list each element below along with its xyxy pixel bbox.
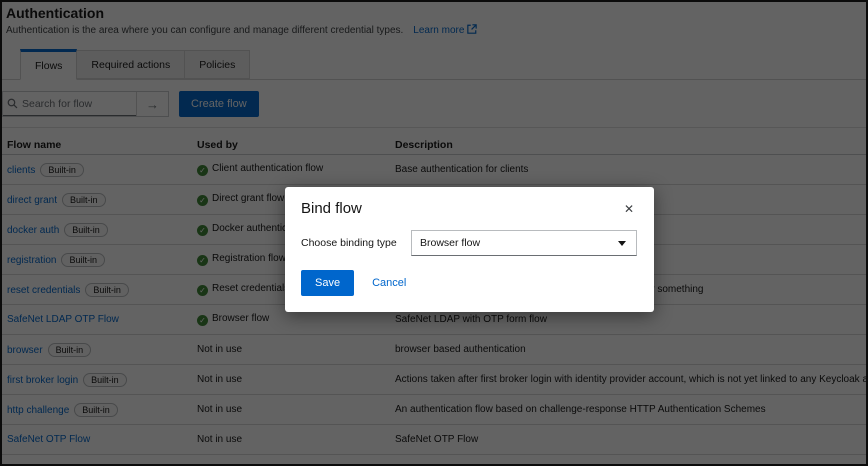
cancel-link[interactable]: Cancel [372, 277, 406, 289]
binding-type-form-row: Choose binding type Browser flow [301, 230, 638, 256]
app-window: Authentication Authentication is the are… [0, 0, 868, 466]
modal-header: Bind flow ✕ [301, 200, 638, 218]
save-button[interactable]: Save [301, 270, 354, 296]
close-button[interactable]: ✕ [620, 200, 638, 218]
binding-type-value: Browser flow [420, 237, 480, 249]
bind-flow-modal: Bind flow ✕ Choose binding type Browser … [285, 187, 654, 312]
close-icon: ✕ [624, 202, 634, 216]
binding-type-label: Choose binding type [301, 237, 411, 249]
modal-title: Bind flow [301, 200, 362, 217]
modal-actions: Save Cancel [301, 270, 638, 296]
chevron-down-icon [618, 241, 626, 246]
binding-type-select[interactable]: Browser flow [411, 230, 637, 256]
